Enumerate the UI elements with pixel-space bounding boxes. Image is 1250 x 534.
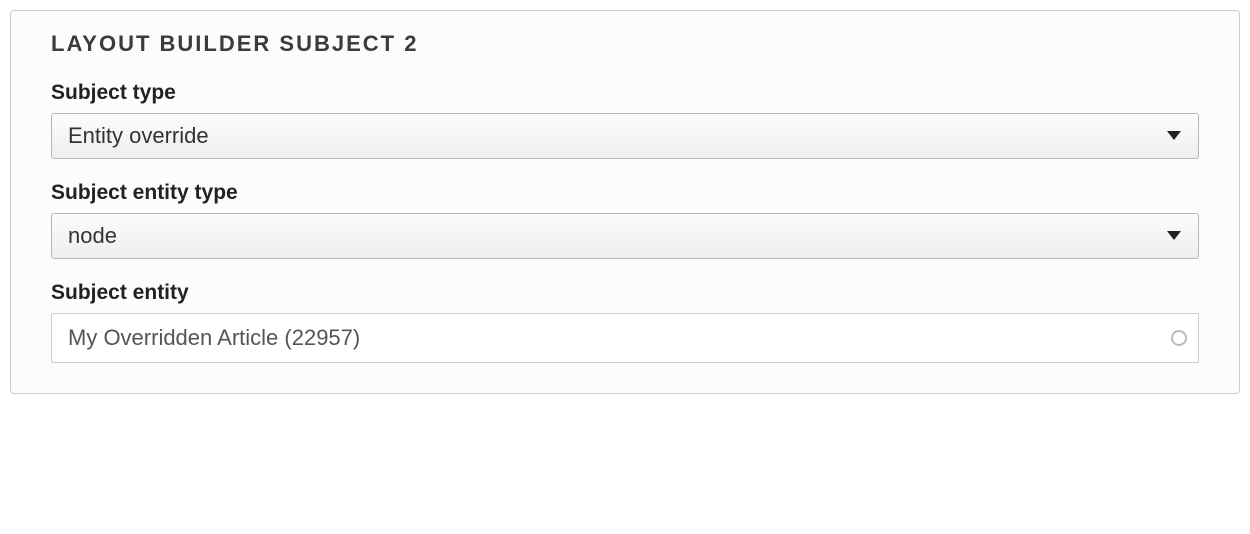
subject-entity-label: Subject entity: [51, 281, 1199, 305]
subject-entity-type-select-wrapper: node: [51, 213, 1199, 259]
subject-type-label: Subject type: [51, 81, 1199, 105]
subject-type-value: Entity override: [68, 123, 209, 149]
subject-type-select[interactable]: Entity override: [51, 113, 1199, 159]
subject-type-row: Subject type Entity override: [51, 81, 1199, 159]
subject-entity-type-value: node: [68, 223, 117, 249]
subject-type-select-wrapper: Entity override: [51, 113, 1199, 159]
subject-entity-type-select[interactable]: node: [51, 213, 1199, 259]
layout-builder-subject-fieldset: LAYOUT BUILDER SUBJECT 2 Subject type En…: [10, 10, 1240, 394]
subject-entity-type-row: Subject entity type node: [51, 181, 1199, 259]
subject-entity-type-label: Subject entity type: [51, 181, 1199, 205]
subject-entity-input[interactable]: [51, 313, 1199, 363]
fieldset-title: LAYOUT BUILDER SUBJECT 2: [51, 31, 1199, 57]
subject-entity-row: Subject entity: [51, 281, 1199, 363]
subject-entity-input-wrapper: [51, 313, 1199, 363]
